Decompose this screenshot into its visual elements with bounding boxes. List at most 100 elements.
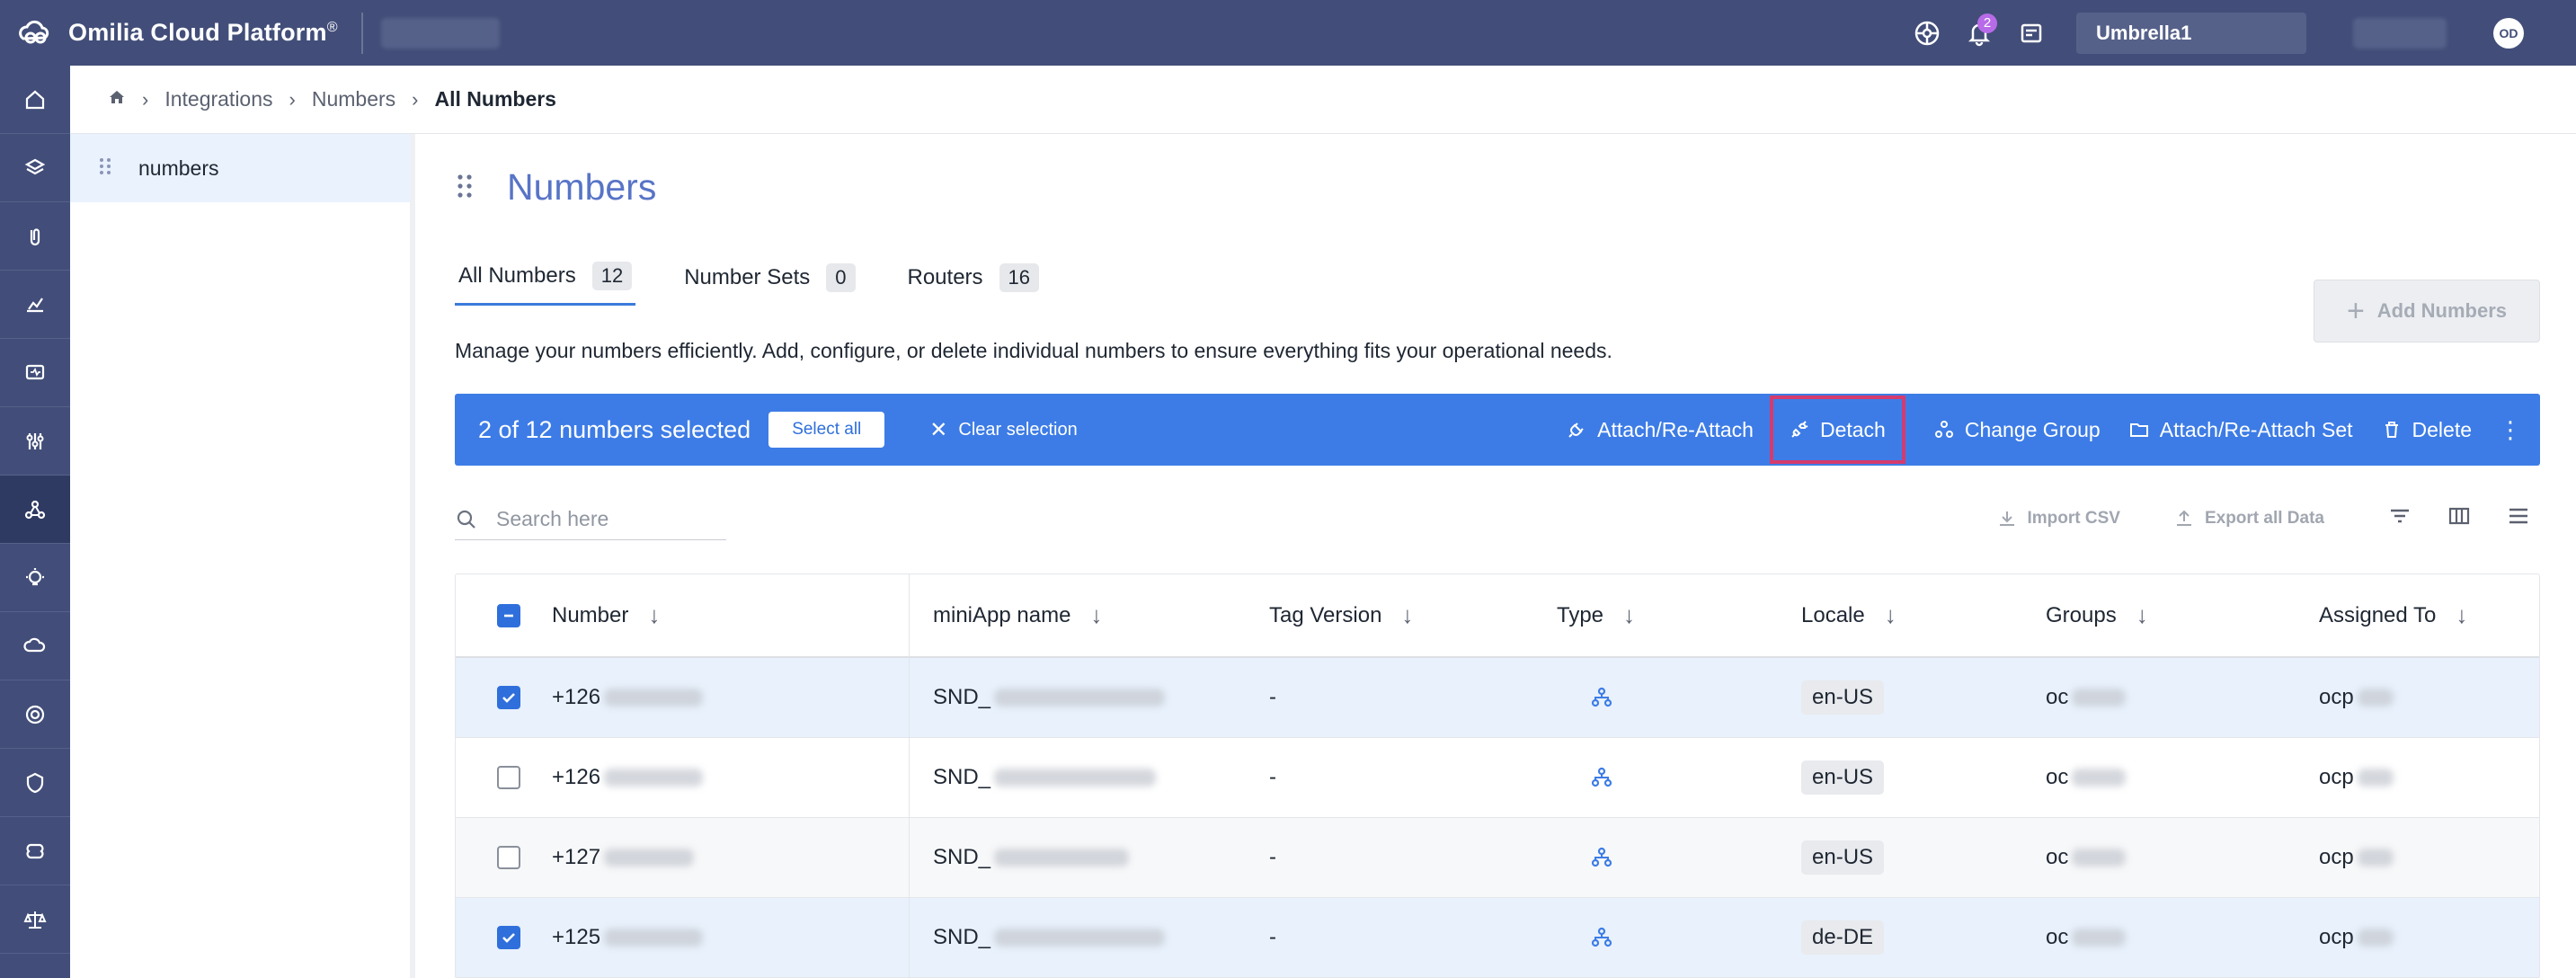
main-content: Numbers All Numbers 12 Number Sets 0 Rou… bbox=[455, 134, 2540, 978]
rail-shield-icon[interactable] bbox=[0, 749, 70, 817]
row-checkbox[interactable] bbox=[496, 846, 520, 869]
select-all-button[interactable]: Select all bbox=[768, 412, 885, 448]
rail-scale-icon[interactable] bbox=[0, 885, 70, 954]
breadcrumb-numbers[interactable]: Numbers bbox=[312, 87, 395, 111]
column-label: Locale bbox=[1801, 602, 1865, 627]
tab-number-sets[interactable]: Number Sets 0 bbox=[680, 262, 858, 306]
import-csv-button[interactable]: Import CSV bbox=[1997, 509, 2120, 529]
arrow-down-icon: ↓ bbox=[2136, 601, 2148, 628]
locale-chip: en-US bbox=[1801, 680, 1885, 715]
attach-reattach-button[interactable]: Attach/Re-Attach bbox=[1567, 394, 1754, 466]
table-header: Number ↓ miniApp name ↓ Tag Version ↓ Type ↓… bbox=[456, 573, 2539, 658]
column-header-groups[interactable]: Groups ↓ bbox=[2046, 573, 2319, 657]
column-header-type[interactable]: Type ↓ bbox=[1557, 573, 1801, 657]
miniapp-value: SND_ bbox=[933, 845, 991, 869]
breadcrumb-home-icon[interactable] bbox=[108, 87, 126, 111]
org-selector[interactable]: Umbrella1 bbox=[2076, 12, 2306, 54]
number-cell: +126 bbox=[552, 657, 910, 738]
chevron-right-icon: › bbox=[142, 87, 149, 111]
column-header-number[interactable]: Number ↓ bbox=[552, 573, 910, 657]
cloud-logo-icon bbox=[19, 20, 49, 43]
folder-icon bbox=[2129, 423, 2148, 437]
table-row[interactable]: +126 SND_ - en-US oc ocp bbox=[456, 657, 2539, 738]
locale-chip: en-US bbox=[1801, 840, 1885, 875]
row-checkbox[interactable] bbox=[496, 926, 520, 949]
attach-reattach-set-button[interactable]: Attach/Re-Attach Set bbox=[2129, 394, 2353, 466]
tab-routers[interactable]: Routers 16 bbox=[904, 262, 1044, 306]
redacted-field bbox=[380, 17, 500, 49]
tab-all-numbers[interactable]: All Numbers 12 bbox=[455, 262, 636, 306]
delete-button[interactable]: Delete bbox=[2382, 394, 2472, 466]
breadcrumb-integrations[interactable]: Integrations bbox=[164, 87, 272, 111]
drag-handle-icon bbox=[457, 173, 472, 198]
router-type-icon bbox=[1591, 847, 1612, 867]
notes-icon[interactable] bbox=[2013, 15, 2049, 51]
number-value: +127 bbox=[552, 845, 601, 869]
row-checkbox[interactable] bbox=[496, 766, 520, 789]
table-row[interactable]: +126 SND_ - en-US oc ocp bbox=[456, 737, 2539, 818]
select-all-checkbox[interactable] bbox=[496, 603, 520, 627]
group-icon bbox=[1934, 421, 1953, 438]
rail-brain-icon[interactable] bbox=[0, 817, 70, 885]
search-input[interactable] bbox=[496, 507, 712, 531]
type-cell bbox=[1557, 898, 1801, 978]
app-name: Omilia Cloud Platform® bbox=[68, 19, 338, 46]
breadcrumb-current: All Numbers bbox=[434, 87, 556, 111]
change-group-button[interactable]: Change Group bbox=[1934, 394, 2101, 466]
row-select-cell bbox=[456, 898, 552, 978]
table-row[interactable]: +125 SND_ - de-DE oc ocp bbox=[456, 897, 2539, 978]
search-field[interactable] bbox=[455, 499, 726, 540]
rail-home-icon[interactable] bbox=[0, 66, 70, 134]
rail-monitor-icon[interactable] bbox=[0, 339, 70, 407]
tab-label: Routers bbox=[907, 264, 983, 289]
rail-bulb-icon[interactable] bbox=[0, 544, 70, 612]
columns-icon[interactable] bbox=[2447, 503, 2472, 534]
rail-layers-icon[interactable] bbox=[0, 134, 70, 202]
redacted-value bbox=[994, 849, 1130, 867]
column-header-tag-version[interactable]: Tag Version ↓ bbox=[1269, 573, 1557, 657]
detach-button[interactable]: Detach bbox=[1769, 396, 1905, 464]
secondary-panel: numbers bbox=[70, 134, 415, 978]
filter-icon[interactable] bbox=[2387, 503, 2412, 534]
help-wheel-icon[interactable] bbox=[1909, 15, 1945, 51]
page-description: Manage your numbers efficiently. Add, co… bbox=[455, 339, 1612, 362]
redacted-field bbox=[2353, 17, 2447, 49]
export-all-button[interactable]: Export all Data bbox=[2174, 509, 2324, 529]
add-numbers-button[interactable]: + Add Numbers bbox=[2314, 280, 2540, 342]
locale-cell: en-US bbox=[1801, 818, 2046, 898]
table-row[interactable]: +127 SND_ - en-US oc ocp bbox=[456, 817, 2539, 898]
arrow-down-icon: ↓ bbox=[2456, 601, 2468, 628]
redacted-value bbox=[994, 929, 1166, 947]
row-checkbox[interactable] bbox=[496, 686, 520, 709]
column-header-miniapp[interactable]: miniApp name ↓ bbox=[910, 573, 1269, 657]
user-avatar[interactable]: OD bbox=[2493, 17, 2524, 49]
rail-support-icon[interactable] bbox=[0, 680, 70, 749]
redacted-value bbox=[604, 849, 695, 867]
assigned-value: ocp bbox=[2319, 845, 2354, 869]
bell-icon[interactable]: 2 bbox=[1961, 13, 1997, 51]
assigned-value: ocp bbox=[2319, 685, 2354, 709]
rail-clip-icon[interactable] bbox=[0, 202, 70, 271]
groups-cell: oc bbox=[2046, 818, 2319, 898]
rail-cloud-icon[interactable] bbox=[0, 612, 70, 680]
column-header-locale[interactable]: Locale ↓ bbox=[1801, 573, 2046, 657]
density-icon[interactable] bbox=[2506, 503, 2531, 534]
clear-selection-button[interactable]: ✕ Clear selection bbox=[929, 417, 1077, 443]
tag-cell: - bbox=[1269, 765, 1276, 789]
download-icon bbox=[1999, 511, 2014, 526]
chevron-right-icon: › bbox=[289, 87, 296, 111]
rail-integrations-icon[interactable] bbox=[0, 476, 70, 544]
breadcrumb: › Integrations › Numbers › All Numbers bbox=[70, 66, 2576, 134]
more-vertical-icon[interactable]: ⋮ bbox=[2499, 416, 2522, 444]
notification-count-badge: 2 bbox=[1977, 13, 1997, 33]
number-cell: +125 bbox=[552, 897, 910, 978]
groups-value: oc bbox=[2046, 685, 2069, 709]
redacted-value bbox=[604, 689, 704, 707]
panel-item-numbers[interactable]: numbers bbox=[70, 134, 410, 202]
rail-settings-sliders-icon[interactable] bbox=[0, 407, 70, 476]
rail-analytics-icon[interactable] bbox=[0, 271, 70, 339]
numbers-table: Number ↓ miniApp name ↓ Tag Version ↓ Type ↓… bbox=[455, 573, 2540, 978]
column-header-assigned-to[interactable]: Assigned To ↓ bbox=[2319, 573, 2539, 657]
brand[interactable]: Omilia Cloud Platform® bbox=[18, 0, 338, 66]
tag-cell: - bbox=[1269, 845, 1276, 869]
